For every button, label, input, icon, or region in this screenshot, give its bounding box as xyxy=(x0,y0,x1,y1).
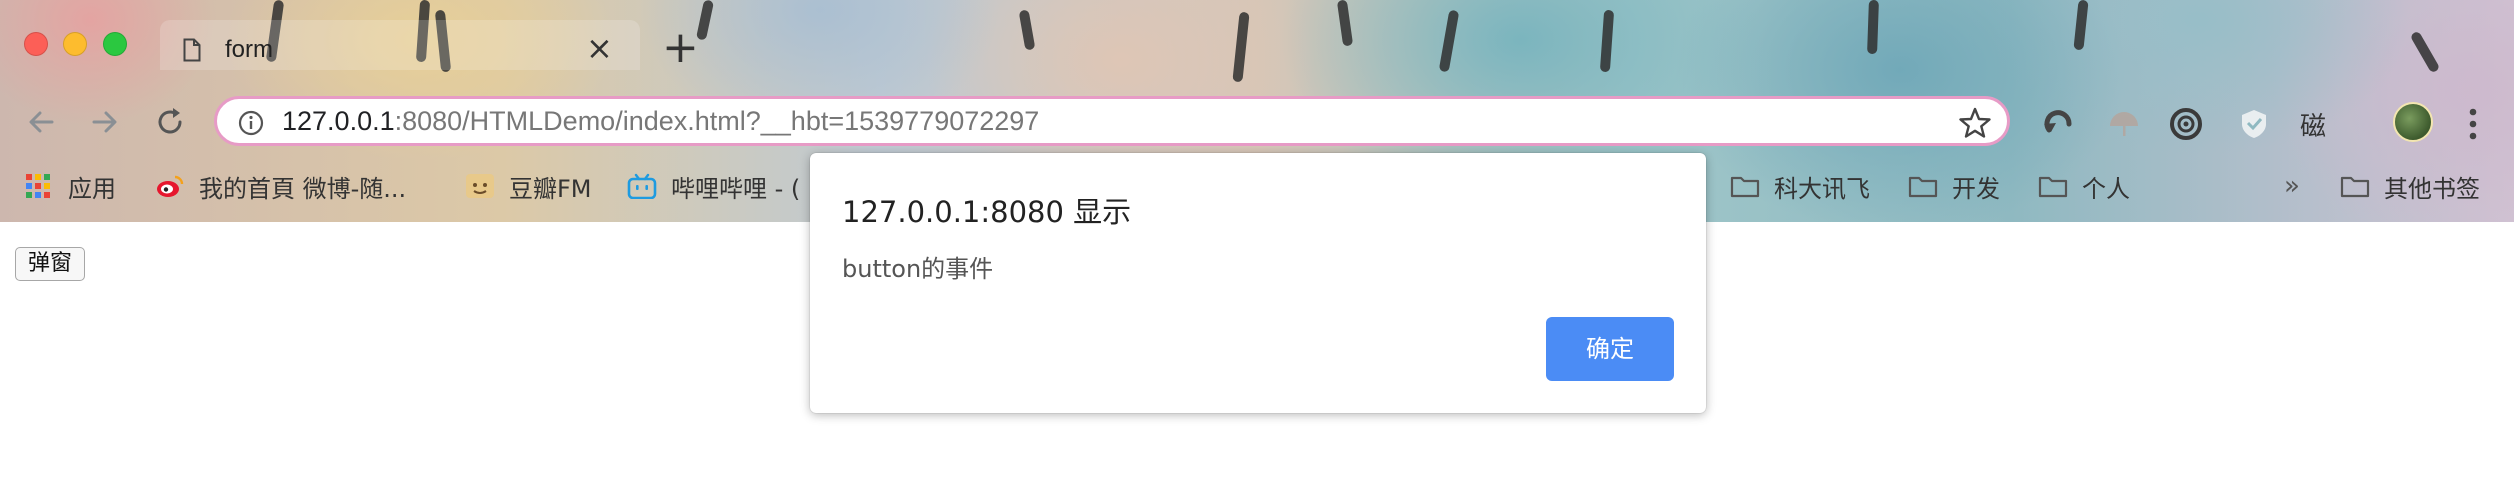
tab-close-icon[interactable]: × xyxy=(586,32,613,64)
wallpaper-stroke xyxy=(1438,9,1460,73)
bookmarks-overflow-button[interactable]: » xyxy=(2284,170,2300,202)
bookmark-label: 个人 xyxy=(2082,174,2130,203)
douban-fm-icon xyxy=(466,174,494,198)
wallpaper-stroke xyxy=(1232,11,1250,83)
folder-icon xyxy=(2038,176,2068,198)
url-host: 127.0.0.1 xyxy=(282,106,395,136)
wallpaper-stroke xyxy=(2073,0,2089,51)
wallpaper-stroke xyxy=(2409,30,2441,74)
url-path: :8080/HTMLDemo/index.html?__hbt=15397790… xyxy=(394,106,1040,136)
bookmark-weibo[interactable]: 我的首頁 微博-随... xyxy=(155,170,407,203)
profile-avatar[interactable] xyxy=(2393,102,2433,142)
menu-dots-icon[interactable] xyxy=(2468,106,2478,142)
bookmark-label: 其他书签 xyxy=(2384,174,2480,203)
extension-text-icon[interactable]: 磁 xyxy=(2300,106,2326,143)
extension-arrow-icon[interactable] xyxy=(2041,106,2077,142)
dialog-message: button的事件 xyxy=(842,255,994,283)
dialog-ok-button[interactable]: 确定 xyxy=(1546,317,1674,381)
alert-dialog: 127.0.0.1:8080 显示 button的事件 确定 xyxy=(810,153,1706,413)
site-info-icon[interactable] xyxy=(238,110,264,136)
new-tab-button[interactable]: + xyxy=(662,26,699,70)
tab-title: form xyxy=(225,36,273,63)
bookmark-bilibili[interactable]: 哔哩哔哩 - ( xyxy=(627,170,801,203)
bookmark-folder-iflytek[interactable]: 科大讯飞 xyxy=(1730,170,1870,203)
forward-button[interactable] xyxy=(86,103,124,141)
extension-shield-icon[interactable] xyxy=(2236,106,2272,142)
bookmark-star-icon[interactable] xyxy=(1958,106,1992,140)
document-icon xyxy=(183,38,201,62)
wallpaper-stroke xyxy=(1867,0,1879,55)
bookmark-folder-personal[interactable]: 个人 xyxy=(2038,170,2130,203)
dialog-title: 127.0.0.1:8080 显示 xyxy=(842,195,1132,229)
bookmark-label: 我的首頁 微博-随... xyxy=(199,174,407,203)
folder-icon xyxy=(1730,176,1760,198)
url-text[interactable]: 127.0.0.1:8080/HTMLDemo/index.html?__hbt… xyxy=(282,106,1039,137)
folder-icon xyxy=(2340,176,2370,198)
window-close-button[interactable] xyxy=(24,32,48,56)
weibo-icon xyxy=(157,175,184,197)
popup-button[interactable]: 弹窗 xyxy=(15,247,86,281)
bilibili-icon xyxy=(627,173,657,199)
apps-grid-icon xyxy=(26,174,50,198)
bookmark-folder-other[interactable]: 其他书签 xyxy=(2340,170,2480,203)
bookmark-douban-fm[interactable]: 豆瓣FM xyxy=(465,170,592,203)
wallpaper-stroke xyxy=(1599,9,1615,73)
bookmark-label: 开发 xyxy=(1952,174,2000,203)
extension-spiral-icon[interactable] xyxy=(2168,106,2204,142)
reload-button[interactable] xyxy=(151,103,189,141)
wallpaper-stroke xyxy=(1018,9,1036,51)
bookmark-apps[interactable]: 应用 xyxy=(24,170,116,203)
chevron-double-right-icon: » xyxy=(2284,171,2300,201)
folder-icon xyxy=(1908,176,1938,198)
window-zoom-button[interactable] xyxy=(103,32,127,56)
back-button[interactable] xyxy=(22,103,60,141)
wallpaper-stroke xyxy=(1336,0,1354,47)
bookmark-label: 应用 xyxy=(68,174,116,203)
bookmark-label: 哔哩哔哩 - ( xyxy=(671,174,801,203)
bookmark-label: 科大讯飞 xyxy=(1774,174,1870,203)
bookmark-folder-dev[interactable]: 开发 xyxy=(1908,170,2000,203)
extension-umbrella-icon[interactable] xyxy=(2106,106,2142,142)
window-minimize-button[interactable] xyxy=(63,32,87,56)
bookmark-label: 豆瓣FM xyxy=(509,174,592,203)
